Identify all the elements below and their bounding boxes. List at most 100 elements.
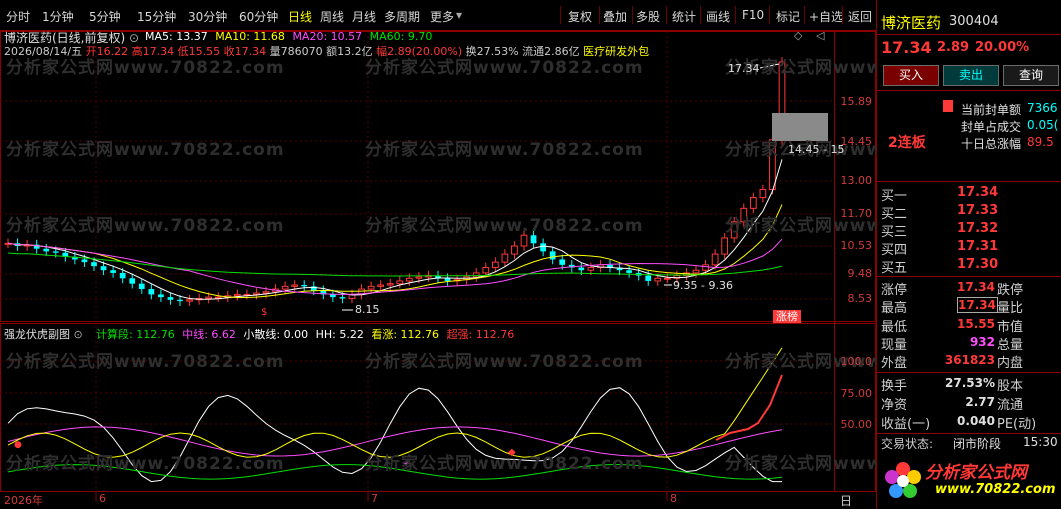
event-marker-icon: $ (261, 307, 267, 318)
kline-chart-canvas[interactable]: $ ✦ ◆ ● (0, 31, 876, 509)
divider (877, 34, 1061, 35)
ten-day-gain-value: 89.5 (1027, 135, 1054, 149)
toolbar-divider (842, 6, 843, 24)
price-change: 2.89 (937, 40, 970, 55)
sell-button[interactable]: 卖出 (943, 65, 999, 86)
diamond-icon[interactable]: ◇ (794, 29, 802, 42)
time-label: 7 (371, 492, 378, 505)
quote-panel: 博济医药 300404 17.34 2.89 20.00% 买入 卖出 查询 2… (876, 0, 1061, 509)
candle-body (654, 277, 662, 282)
tab-30min[interactable]: 30分钟 (188, 8, 227, 25)
flower-logo-icon (885, 462, 921, 498)
inner-volume-label: 内盘 (997, 356, 1024, 371)
limit-board-box: 2连板 (882, 98, 938, 158)
sub-tick: 50.00 (840, 418, 873, 431)
price-tick: 15.89 (840, 95, 873, 108)
candle-body (281, 285, 289, 290)
time-label: 6 (99, 492, 106, 505)
candle-body (301, 285, 308, 287)
candle-body (148, 289, 155, 295)
candle-body (721, 237, 729, 255)
volume-ratio-label: 量比 (997, 301, 1024, 316)
restore-rights-button[interactable]: 复权 (568, 8, 592, 25)
grid-lines (0, 31, 834, 492)
tab-daily[interactable]: 日线 (288, 8, 312, 25)
tab-fenshi[interactable]: 分时 (6, 8, 30, 25)
last-price: 17.34 (881, 38, 932, 57)
tab-multi-period[interactable]: 多周期 (384, 8, 420, 25)
toolbar-divider (769, 6, 770, 24)
back-button[interactable]: 返回 (848, 8, 872, 25)
eps-value: 0.040 (957, 414, 995, 428)
low-value: 15.55 (957, 317, 995, 331)
limit-range-label: 14.45 - 15 (788, 143, 845, 156)
bar-turnover: 换27.53% (465, 45, 519, 58)
f10-button[interactable]: F10 (742, 8, 764, 22)
tab-more[interactable]: 更多 (430, 8, 454, 25)
more-dropdown-icon[interactable]: ▾ (456, 8, 462, 22)
toolbar-divider (599, 6, 600, 24)
tab-15min[interactable]: 15分钟 (137, 8, 176, 25)
mark-button[interactable]: 标记 (776, 8, 800, 25)
limit-up-badge[interactable]: 涨榜 (773, 310, 801, 323)
super-strong-line (715, 374, 783, 441)
price-tick: 9.48 (847, 267, 873, 280)
bid4-price[interactable]: 17.31 (957, 239, 998, 254)
draw-line-button[interactable]: 画线 (706, 8, 730, 25)
statistics-button[interactable]: 统计 (672, 8, 696, 25)
bid5-label: 买五 (881, 261, 908, 276)
collapse-icon[interactable]: ◁ (816, 29, 824, 42)
candle-body (43, 248, 50, 252)
price-tick: 8.53 (847, 292, 873, 305)
calc-label: 计算段: 112.76 (96, 328, 175, 341)
chart-area[interactable]: $ ✦ ◆ ● 分析家公式网www.70822.com 分析家公式网www.70… (0, 29, 1003, 509)
candle-body (759, 189, 767, 199)
watermark: 分析家公式网www.70822.com (365, 140, 644, 160)
query-button[interactable]: 查询 (1003, 65, 1059, 86)
watermark: 分析家公式网www.70822.com (6, 454, 285, 474)
tab-weekly[interactable]: 周线 (320, 8, 344, 25)
high-label: 最高 (881, 301, 908, 316)
candle-body (81, 259, 88, 263)
overlay-button[interactable]: 叠加 (603, 8, 627, 25)
add-watchlist-button[interactable]: +自选 (809, 8, 843, 25)
bid1-price[interactable]: 17.34 (957, 185, 998, 200)
high-price-label: 17.34 (728, 62, 760, 75)
candle-body (511, 245, 518, 255)
bid3-price[interactable]: 17.32 (957, 221, 998, 236)
candle-body (491, 261, 499, 269)
bar-close: 收17.34 (223, 45, 267, 58)
multi-stock-button[interactable]: 多股 (636, 8, 660, 25)
ma-legend: MA5: 13.37 MA10: 11.68 MA20: 10.57 MA60:… (145, 30, 432, 43)
ten-day-gain-label: 十日总涨幅 (961, 137, 1022, 151)
bar-volume: 量786070 (269, 45, 323, 58)
divider (877, 372, 1061, 373)
buy-button[interactable]: 买入 (883, 65, 939, 86)
bar-date: 2026/08/14/五 (4, 45, 83, 58)
divider (877, 276, 1061, 277)
candle-body (100, 266, 107, 271)
period-corner-label[interactable]: 日 (840, 492, 852, 509)
bid2-label: 买二 (881, 207, 908, 222)
tab-5min[interactable]: 5分钟 (89, 8, 121, 25)
bid3-label: 买三 (881, 225, 908, 240)
candle-body (482, 267, 490, 274)
outer-volume-value: 361823 (944, 353, 995, 367)
tab-60min[interactable]: 60分钟 (239, 8, 278, 25)
tab-monthly[interactable]: 月线 (352, 8, 376, 25)
candle-body (692, 269, 700, 274)
trade-status-label: 交易状态: (881, 437, 934, 451)
bid2-price[interactable]: 17.33 (957, 203, 998, 218)
bid1-label: 买一 (881, 189, 908, 204)
bookmark-icon (943, 100, 953, 112)
eps-label: 收益(一) (881, 417, 931, 432)
toolbar-divider (632, 6, 633, 24)
candle-body (501, 253, 509, 263)
net-assets-label: 净资 (881, 398, 908, 413)
watermark: 分析家公式网www.70822.com (6, 216, 285, 236)
sub-chart-menu-icon[interactable]: ⊙ (74, 328, 83, 341)
bar-amount: 额13.2亿 (326, 45, 373, 58)
tab-1min[interactable]: 1分钟 (42, 8, 74, 25)
bid5-price[interactable]: 17.30 (957, 257, 998, 272)
ma10-label: MA10: 11.68 (215, 30, 285, 43)
